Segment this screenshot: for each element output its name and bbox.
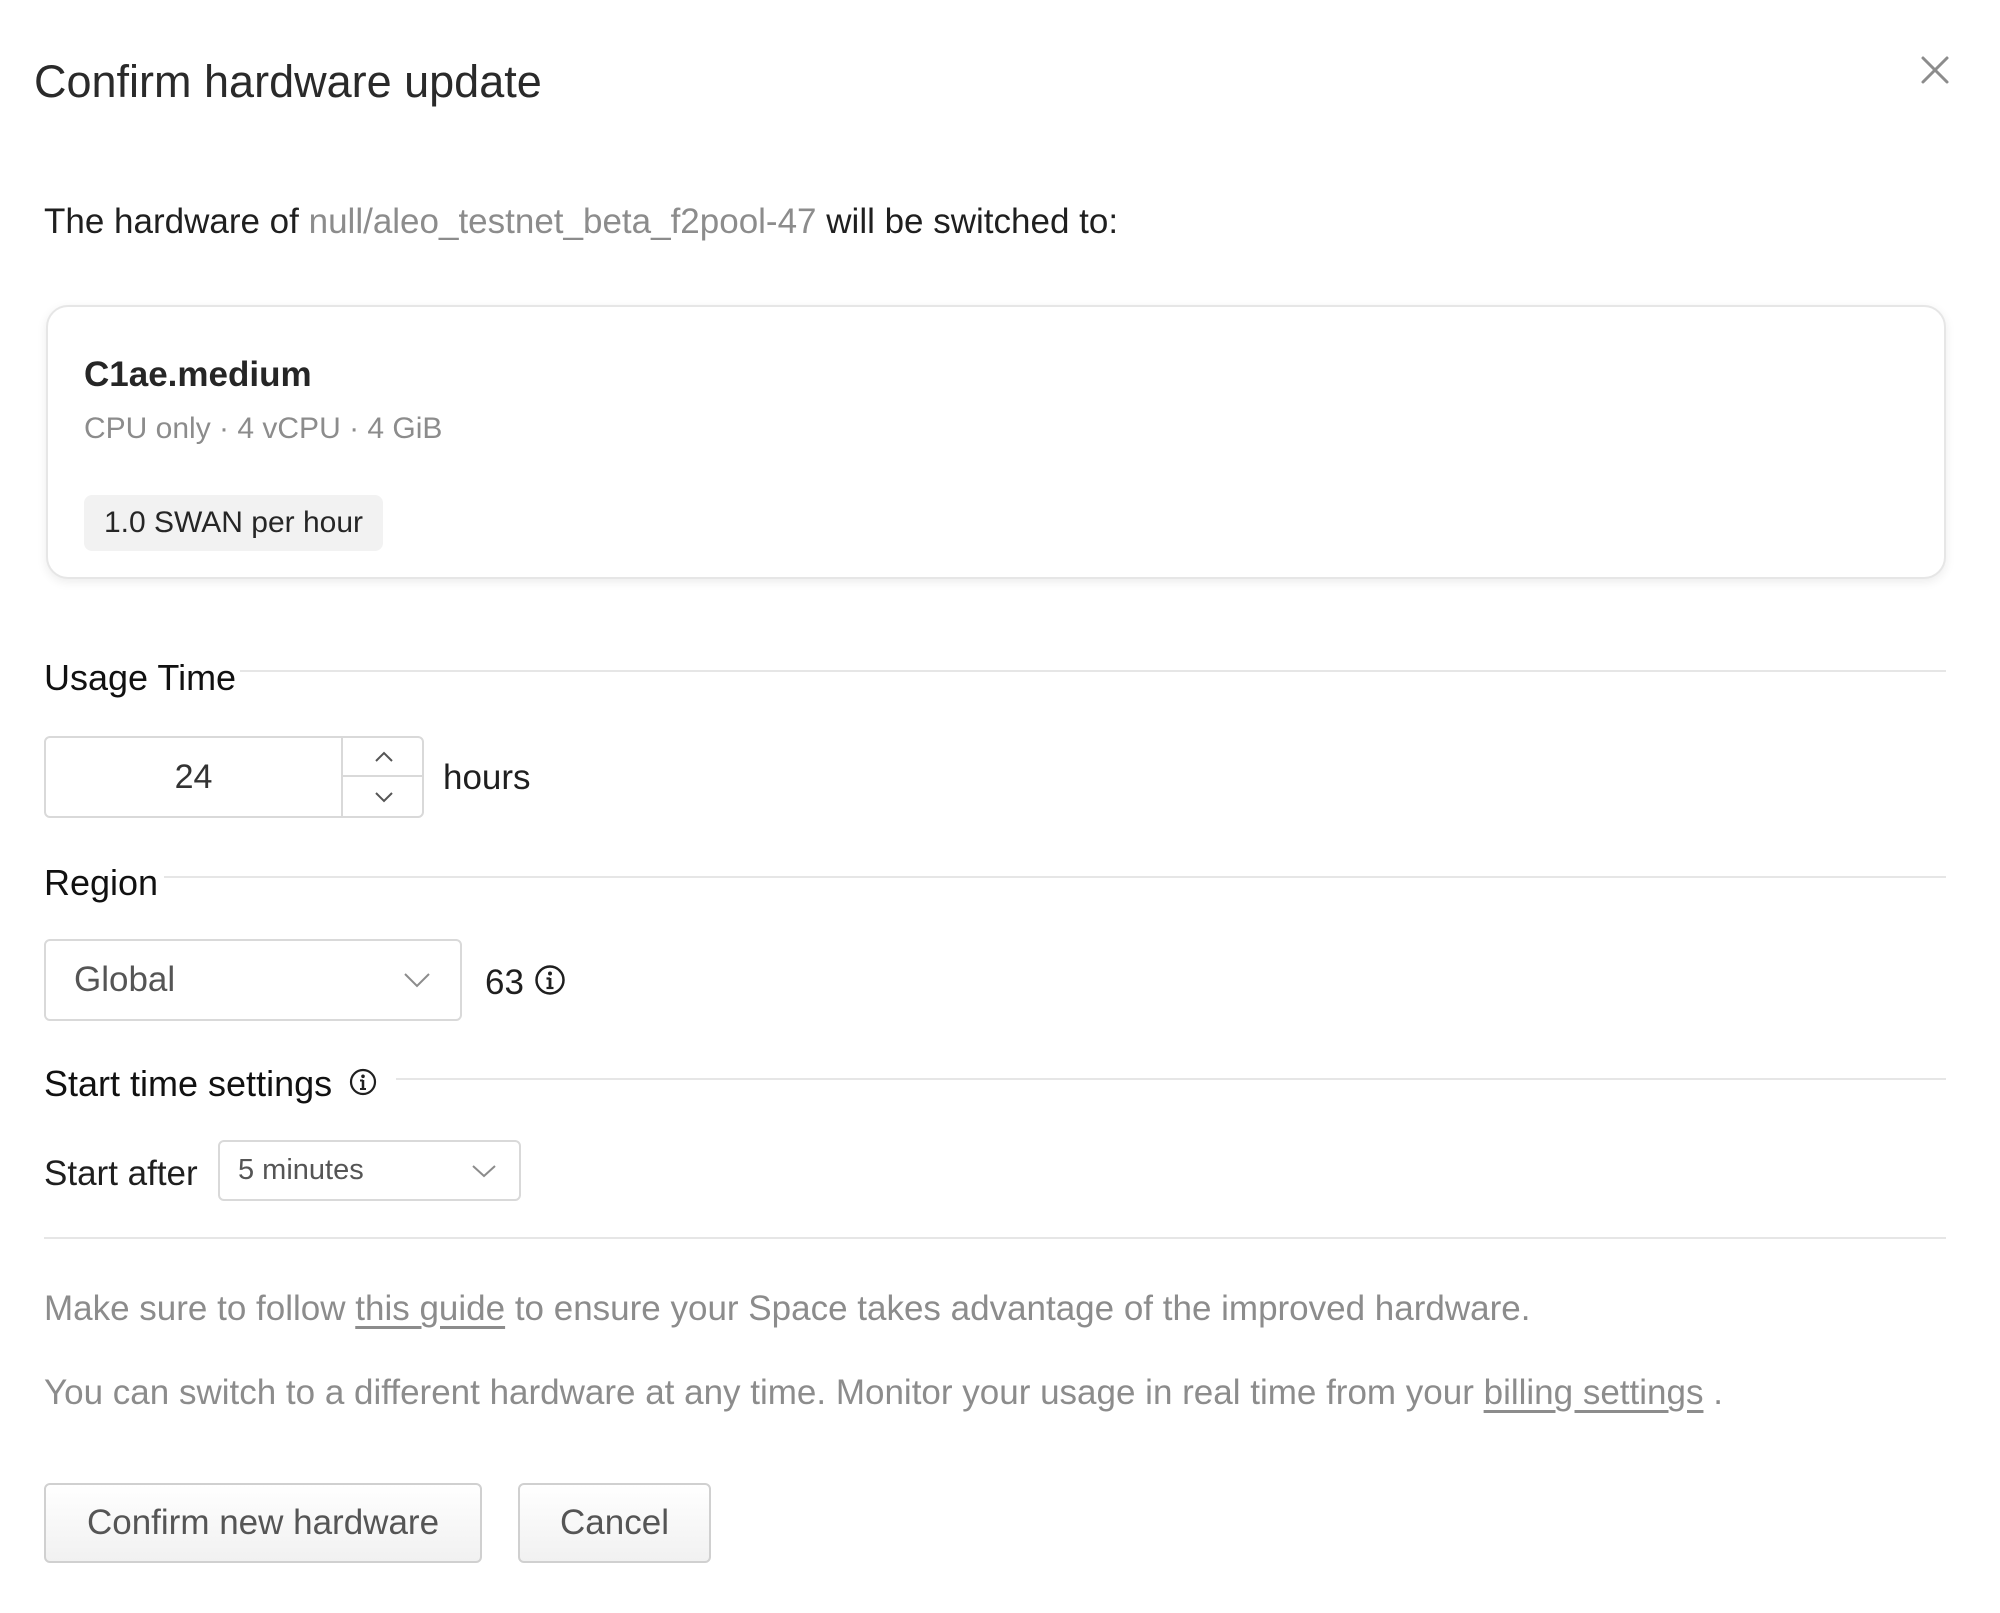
chevron-down-icon xyxy=(404,973,430,988)
usage-time-input[interactable]: 24 xyxy=(46,738,341,816)
chevron-down-icon xyxy=(472,1164,496,1177)
guide-note-prefix: Make sure to follow xyxy=(44,1289,346,1328)
guide-note: Make sure to follow this guide to ensure… xyxy=(44,1289,1530,1329)
start-time-divider xyxy=(396,1078,1946,1080)
intro-suffix: will be switched to: xyxy=(826,202,1119,241)
cancel-button[interactable]: Cancel xyxy=(518,1483,711,1563)
guide-note-suffix: to ensure your Space takes advantage of … xyxy=(514,1289,1531,1328)
stepper-controls xyxy=(341,738,424,816)
billing-note-suffix: . xyxy=(1713,1373,1723,1412)
region-select[interactable]: Global xyxy=(44,939,462,1021)
usage-time-divider xyxy=(240,670,1946,672)
hardware-name: C1ae.medium xyxy=(84,355,312,394)
section-divider xyxy=(44,1237,1946,1239)
guide-link[interactable]: this guide xyxy=(355,1289,505,1328)
decrement-button[interactable] xyxy=(343,777,424,816)
usage-time-stepper[interactable]: 24 xyxy=(44,736,424,818)
space-name: null/aleo_testnet_beta_f2pool-47 xyxy=(308,202,817,241)
hardware-price-badge: 1.0 SWAN per hour xyxy=(84,495,383,551)
start-time-title: Start time settings xyxy=(44,1063,333,1104)
region-title: Region xyxy=(44,862,159,903)
usage-time-unit: hours xyxy=(443,758,531,797)
billing-settings-link[interactable]: billing settings xyxy=(1484,1373,1704,1412)
intro-prefix: The hardware of xyxy=(44,202,299,241)
confirm-hardware-dialog: Confirm hardware update The hardware of … xyxy=(0,0,2000,1613)
region-selected-value: Global xyxy=(74,960,176,999)
chevron-up-icon xyxy=(374,751,393,762)
info-icon[interactable] xyxy=(534,964,566,996)
start-after-label: Start after xyxy=(44,1154,198,1193)
increment-button[interactable] xyxy=(343,738,424,777)
region-divider xyxy=(164,876,1946,878)
intro-text: The hardware of null/aleo_testnet_beta_f… xyxy=(44,202,1118,242)
hardware-specs: CPU only · 4 vCPU · 4 GiB xyxy=(84,412,443,445)
hardware-card: C1ae.medium CPU only · 4 vCPU · 4 GiB 1.… xyxy=(46,305,1946,579)
dialog-title: Confirm hardware update xyxy=(34,56,542,107)
start-after-selected-value: 5 minutes xyxy=(238,1154,364,1186)
close-icon xyxy=(1921,56,1949,84)
region-count: 63 xyxy=(485,963,524,1002)
info-icon[interactable] xyxy=(349,1068,377,1096)
usage-time-title: Usage Time xyxy=(44,657,237,698)
close-button[interactable] xyxy=(1915,50,1955,90)
chevron-down-icon xyxy=(374,791,393,802)
start-after-select[interactable]: 5 minutes xyxy=(218,1140,521,1201)
confirm-new-hardware-button[interactable]: Confirm new hardware xyxy=(44,1483,482,1563)
billing-note: You can switch to a different hardware a… xyxy=(44,1373,1723,1413)
billing-note-prefix: You can switch to a different hardware a… xyxy=(44,1373,1474,1412)
